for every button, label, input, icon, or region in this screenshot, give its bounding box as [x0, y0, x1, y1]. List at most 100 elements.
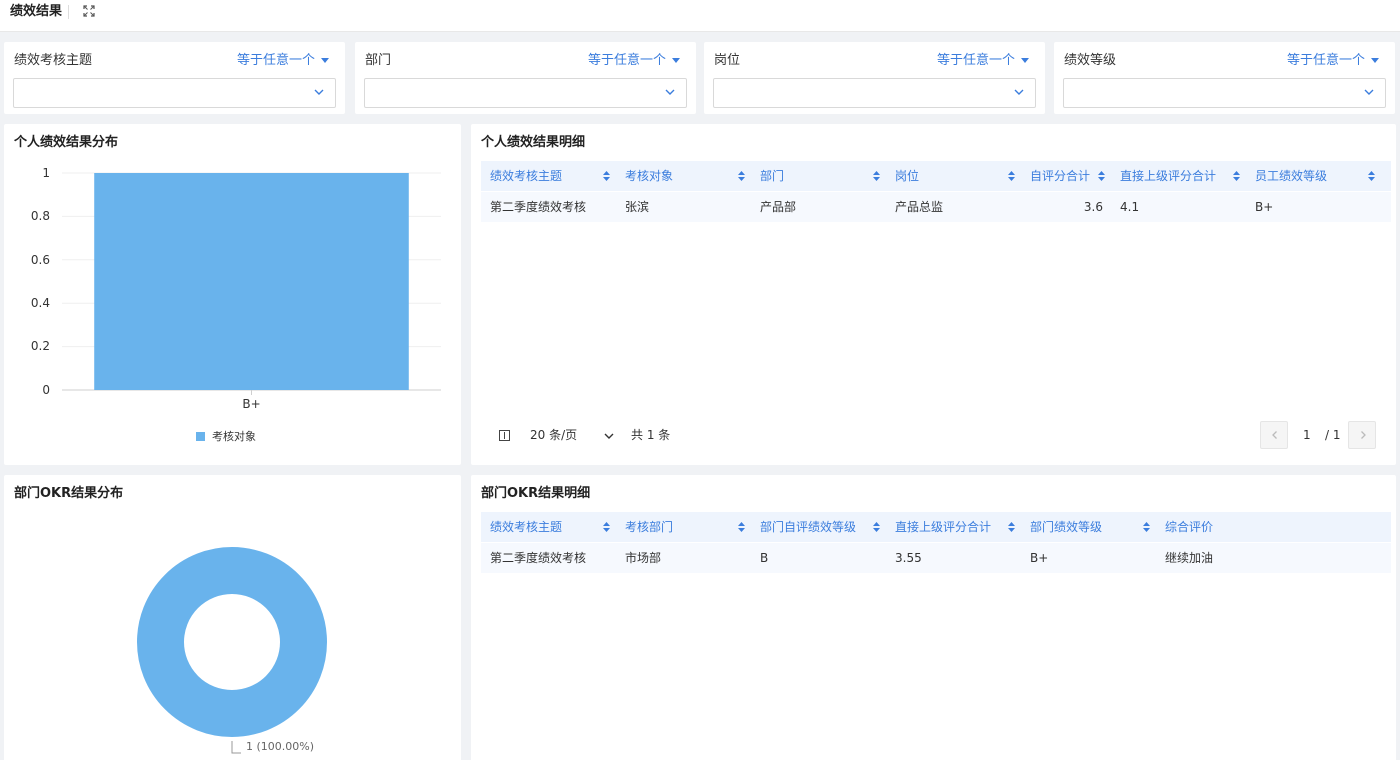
- legend-label: 考核对象: [212, 430, 256, 443]
- column-header[interactable]: 部门: [751, 161, 886, 191]
- sort-icon: [1368, 171, 1375, 181]
- table-cell: 继续加油: [1165, 551, 1214, 565]
- okr-detail-panel: 部门OKR结果明细 绩效考核主题 考核部门 部门自评绩效等级 直接上级评分合计 …: [471, 475, 1396, 760]
- page-count: / 1: [1325, 428, 1341, 442]
- chevron-right-icon: [1361, 431, 1366, 439]
- filter-select[interactable]: [13, 78, 336, 108]
- page-title: 绩效结果: [10, 4, 63, 19]
- total-count: 共 1 条: [631, 428, 671, 442]
- bar[interactable]: [94, 173, 409, 390]
- sort-icon: [1143, 522, 1150, 532]
- sort-icon: [738, 171, 745, 181]
- personal-detail-panel: 个人绩效结果明细 绩效考核主题 考核对象 部门 岗位 自评分合计 直接上级评分合…: [471, 124, 1396, 465]
- filter-label: 绩效等级: [1064, 53, 1117, 68]
- filter-operator-dropdown[interactable]: 等于任意一个: [1287, 52, 1379, 70]
- table-row[interactable]: 第二季度绩效考核 市场部 B 3.55 B+ 继续加油: [481, 543, 1391, 573]
- top-bar: 绩效结果: [0, 0, 1400, 32]
- current-page[interactable]: 1: [1303, 427, 1311, 443]
- table-header: 绩效考核主题 考核部门 部门自评绩效等级 直接上级评分合计 部门绩效等级 综合评…: [481, 512, 1391, 542]
- next-page-button[interactable]: [1348, 421, 1376, 449]
- sort-icon: [873, 171, 880, 181]
- table-cell: B: [760, 551, 769, 565]
- column-header[interactable]: 部门自评绩效等级: [751, 512, 886, 542]
- filter-select[interactable]: [1063, 78, 1386, 108]
- column-header[interactable]: 岗位: [886, 161, 1021, 191]
- filter-operator-label: 等于任意一个: [936, 53, 1015, 68]
- donut-chart: [137, 547, 327, 754]
- table-cell: 市场部: [625, 551, 662, 565]
- caret-down-icon: [321, 58, 329, 63]
- sort-icon: [738, 522, 745, 532]
- table-cell: 第二季度绩效考核: [490, 551, 587, 565]
- filter-assessment-theme: 绩效考核主题 等于任意一个: [4, 42, 345, 114]
- column-header[interactable]: 直接上级评分合计: [886, 512, 1021, 542]
- filter-position: 岗位 等于任意一个: [704, 42, 1045, 114]
- prev-page-button[interactable]: [1260, 421, 1288, 449]
- table-cell: B+: [1030, 551, 1049, 565]
- sort-icon: [873, 522, 880, 532]
- table-cell: 第二季度绩效考核: [490, 200, 587, 214]
- table-row[interactable]: 第二季度绩效考核 张滨 产品部 产品总监 3.6 4.1 B+: [481, 192, 1391, 222]
- filter-select[interactable]: [364, 78, 687, 108]
- column-header[interactable]: 考核部门: [616, 512, 751, 542]
- table-cell: 3.55: [895, 551, 922, 565]
- table-cell: 3.6: [1083, 200, 1103, 214]
- caret-down-icon: [672, 58, 680, 63]
- caret-down-icon: [1371, 58, 1379, 63]
- page-size-select[interactable]: 20 条/页: [530, 427, 577, 443]
- filter-select[interactable]: [713, 78, 1036, 108]
- column-header[interactable]: 绩效考核主题: [481, 161, 616, 191]
- column-header[interactable]: 部门绩效等级: [1021, 512, 1156, 542]
- sort-icon: [1008, 522, 1015, 532]
- column-header[interactable]: 直接上级评分合计: [1111, 161, 1246, 191]
- column-header[interactable]: 综合评价: [1156, 512, 1291, 542]
- okr-distribution-panel: 部门OKR结果分布 1 (100.00%): [4, 475, 461, 760]
- personal-distribution-panel: 个人绩效结果分布 1 0.8 0.6 0.4 0.2 0 B+ 考核对象: [4, 124, 461, 465]
- chevron-down-icon[interactable]: [603, 430, 615, 442]
- filter-operator-label: 等于任意一个: [587, 53, 666, 68]
- divider: [68, 5, 69, 19]
- chevron-left-icon: [1272, 431, 1277, 439]
- table-header: 绩效考核主题 考核对象 部门 岗位 自评分合计 直接上级评分合计 员工绩效等级: [481, 161, 1391, 191]
- table-cell: 产品总监: [895, 200, 944, 214]
- sort-icon: [603, 171, 610, 181]
- filter-label: 岗位: [714, 53, 741, 68]
- legend-swatch: [196, 432, 205, 441]
- table-cell: 产品部: [760, 200, 797, 214]
- table-cell: B+: [1255, 200, 1274, 214]
- filter-operator-label: 等于任意一个: [1286, 53, 1365, 68]
- filter-operator-dropdown[interactable]: 等于任意一个: [937, 52, 1029, 70]
- column-header[interactable]: 员工绩效等级: [1246, 161, 1381, 191]
- bar-chart: [62, 172, 441, 395]
- column-header[interactable]: 绩效考核主题: [481, 512, 616, 542]
- sort-icon: [603, 522, 610, 532]
- filter-operator-dropdown[interactable]: 等于任意一个: [588, 52, 680, 70]
- column-header[interactable]: 自评分合计: [1021, 161, 1111, 191]
- chevron-down-icon: [1014, 89, 1024, 95]
- donut-slice[interactable]: [137, 547, 327, 737]
- page-size-label: 20 条/页: [530, 428, 578, 442]
- expand-icon[interactable]: [82, 4, 96, 18]
- column-header[interactable]: 考核对象: [616, 161, 751, 191]
- table-cell: 张滨: [625, 200, 650, 214]
- sort-icon: [1233, 171, 1240, 181]
- label-leader-line: [231, 741, 241, 754]
- slice-label: 1 (100.00%): [246, 740, 315, 753]
- filter-label: 部门: [365, 53, 392, 68]
- sort-icon: [1008, 171, 1015, 181]
- table-settings-icon[interactable]: [499, 430, 510, 441]
- filter-operator-dropdown[interactable]: 等于任意一个: [237, 52, 329, 70]
- caret-down-icon: [1021, 58, 1029, 63]
- table-cell: 4.1: [1120, 200, 1140, 214]
- chart-legend[interactable]: 考核对象: [196, 430, 256, 444]
- x-tick-label: B+: [242, 397, 261, 411]
- chevron-down-icon: [1364, 89, 1374, 95]
- sort-icon: [1098, 171, 1105, 181]
- filter-performance-grade: 绩效等级 等于任意一个: [1054, 42, 1395, 114]
- filter-label: 绩效考核主题: [14, 53, 93, 68]
- chevron-down-icon: [314, 89, 324, 95]
- filter-operator-label: 等于任意一个: [236, 53, 315, 68]
- panel-title: 部门OKR结果明细: [481, 486, 591, 501]
- filter-department: 部门 等于任意一个: [355, 42, 696, 114]
- panel-title: 个人绩效结果明细: [481, 135, 586, 150]
